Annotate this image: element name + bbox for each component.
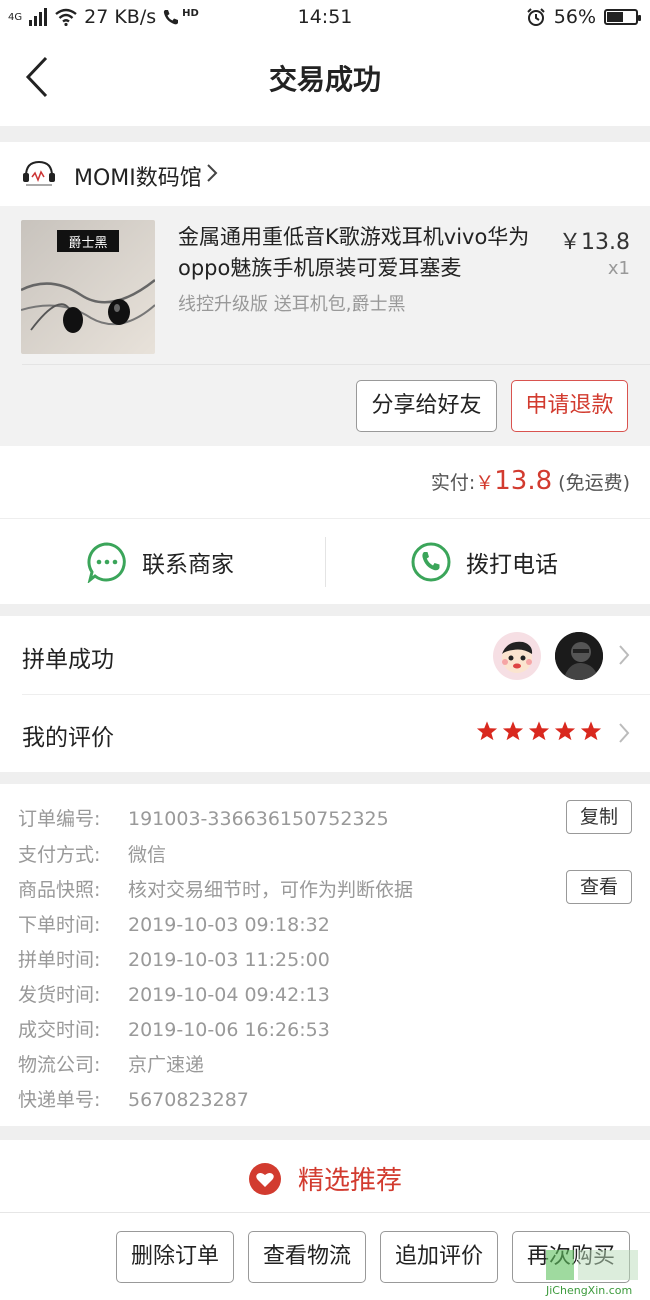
shop-logo xyxy=(23,160,55,186)
product-spec: 线控升级版 送耳机包,爵士黑 xyxy=(178,294,406,315)
chevron-right-icon xyxy=(619,723,630,743)
info-value: 191003-336636150752325 xyxy=(128,808,389,830)
page-title: 交易成功 xyxy=(268,63,381,96)
battery-percent: 56% xyxy=(553,6,596,28)
alarm-icon xyxy=(527,8,545,26)
rating-stars xyxy=(476,720,602,742)
shipping-note: (免运费) xyxy=(558,472,630,494)
product-quantity: x1 xyxy=(607,258,630,279)
info-value: 2019-10-06 16:26:53 xyxy=(128,1019,330,1041)
header: 交易成功 xyxy=(0,34,650,126)
chevron-right-icon xyxy=(207,164,218,182)
info-key: 快递单号: xyxy=(18,1089,101,1111)
thumb-label: 爵士黑 xyxy=(68,236,108,251)
status-rows: 拼单成功 我的评价 xyxy=(0,616,650,772)
heart-badge-icon xyxy=(248,1162,281,1195)
star-icon xyxy=(528,721,550,741)
status-bar: 4G 27 KB/s HD 14:51 56% xyxy=(0,0,650,34)
info-value: 2019-10-03 09:18:32 xyxy=(128,914,330,936)
info-row: 拼单时间: 2019-10-03 11:25:00 xyxy=(18,945,330,972)
recommend-section: 精选推荐 xyxy=(0,1140,650,1212)
product-thumbnail[interactable]: 爵士黑 xyxy=(21,220,155,354)
contact-bar: 联系商家 拨打电话 xyxy=(0,518,650,604)
group-success-label: 拼单成功 xyxy=(22,647,114,673)
info-row: 订单编号: 191003-336636150752325 xyxy=(18,804,389,831)
product-price: ￥13.8 xyxy=(559,230,630,255)
info-key: 物流公司: xyxy=(18,1054,101,1076)
star-icon xyxy=(502,721,524,741)
add-review-button[interactable]: 追加评价 xyxy=(380,1231,498,1283)
battery-icon xyxy=(604,9,641,25)
watermark: JiChengXin.com xyxy=(530,1246,646,1300)
info-row: 下单时间: 2019-10-03 09:18:32 xyxy=(18,910,330,937)
view-logistics-button[interactable]: 查看物流 xyxy=(248,1231,366,1283)
info-row: 物流公司: 京广速递 xyxy=(18,1050,204,1077)
paid-amount: 13.8 xyxy=(494,466,553,496)
info-value: 京广速递 xyxy=(128,1054,205,1076)
view-snapshot-button[interactable]: 查看 xyxy=(566,870,632,904)
shop-name[interactable]: MOMI数码馆 xyxy=(74,160,202,192)
my-review-label: 我的评价 xyxy=(22,725,114,751)
call-phone-button[interactable]: 拨打电话 xyxy=(410,519,558,605)
info-value: 2019-10-03 11:25:00 xyxy=(128,949,330,971)
info-key: 下单时间: xyxy=(18,914,101,936)
info-key: 支付方式: xyxy=(18,844,101,866)
my-review-row[interactable]: 我的评价 xyxy=(0,694,650,772)
divider xyxy=(325,537,326,587)
share-button[interactable]: 分享给好友 xyxy=(356,380,497,432)
group-success-row[interactable]: 拼单成功 xyxy=(0,616,650,695)
star-icon xyxy=(554,721,576,741)
info-row: 商品快照: 核对交易细节时，可作为判断依据 xyxy=(18,875,413,902)
info-value: 2019-10-04 09:42:13 xyxy=(128,984,330,1006)
info-value: 微信 xyxy=(128,844,167,866)
info-value: 核对交易细节时，可作为判断依据 xyxy=(128,879,414,901)
currency-symbol: ￥ xyxy=(475,472,495,494)
info-key: 商品快照: xyxy=(18,879,101,901)
info-value: 5670823287 xyxy=(128,1089,249,1111)
info-key: 成交时间: xyxy=(18,1019,101,1041)
info-row: 支付方式: 微信 xyxy=(18,840,166,867)
delete-order-button[interactable]: 删除订单 xyxy=(116,1231,234,1283)
recommend-title: 精选推荐 xyxy=(297,1166,402,1196)
avatar xyxy=(555,632,603,680)
refund-button[interactable]: 申请退款 xyxy=(511,380,628,432)
paid-label: 实付: xyxy=(430,472,476,494)
info-key: 拼单时间: xyxy=(18,949,101,971)
product-title[interactable]: 金属通用重低音K歌游戏耳机vivo华为oppo魅族手机原装可爱耳塞麦 xyxy=(178,222,538,284)
info-row: 发货时间: 2019-10-04 09:42:13 xyxy=(18,980,330,1007)
star-icon xyxy=(476,721,498,741)
info-key: 订单编号: xyxy=(18,808,101,830)
payment-row: 实付:￥13.8 (免运费) xyxy=(0,446,650,518)
info-row: 成交时间: 2019-10-06 16:26:53 xyxy=(18,1015,330,1042)
phone-icon xyxy=(411,542,451,582)
shop-row[interactable]: MOMI数码馆 xyxy=(0,142,650,206)
star-icon xyxy=(580,721,602,741)
contact-merchant-label: 联系商家 xyxy=(142,552,234,578)
info-row: 快递单号: 5670823287 xyxy=(18,1085,249,1112)
order-info: 订单编号: 191003-336636150752325 支付方式: 微信商品快照: 核… xyxy=(0,784,650,1126)
call-phone-label: 拨打电话 xyxy=(466,552,558,578)
divider xyxy=(22,364,650,365)
info-key: 发货时间: xyxy=(18,984,101,1006)
chevron-right-icon xyxy=(619,645,630,665)
watermark-text: JiChengXin.com xyxy=(546,1284,633,1297)
copy-button[interactable]: 复制 xyxy=(566,800,632,834)
chat-bubble-icon xyxy=(87,542,126,583)
contact-merchant-button[interactable]: 联系商家 xyxy=(86,519,234,605)
product-card: 爵士黑 金属通用重低音K歌游戏耳机vivo华为oppo魅族手机原装可爱耳塞麦 线… xyxy=(0,206,650,446)
avatar xyxy=(493,632,541,680)
